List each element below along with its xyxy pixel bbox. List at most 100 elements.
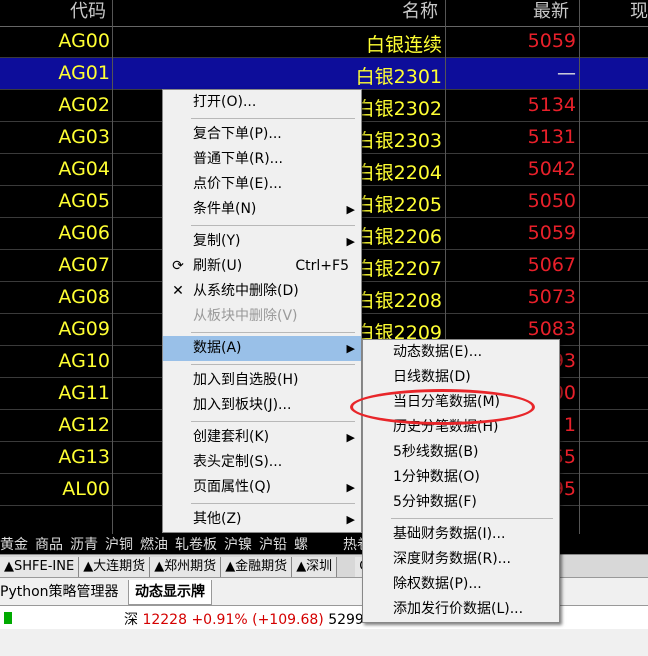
menu-item[interactable]: ✕ 从系统中删除(D) bbox=[163, 279, 361, 304]
cell-code: AG01 bbox=[58, 62, 110, 84]
submenu-item-label: 基础财务数据(I)... bbox=[393, 526, 506, 542]
submenu-item[interactable]: 5分钟数据(F) bbox=[363, 490, 559, 515]
tab-python-strategy-manager[interactable]: Python策略管理器 bbox=[0, 580, 125, 604]
cell-price: 5042 bbox=[527, 158, 576, 180]
window-bottom-area bbox=[0, 629, 648, 656]
submenu-item[interactable]: 日线数据(D) bbox=[363, 365, 559, 390]
submenu-arrow-icon: ▶ bbox=[346, 481, 355, 494]
column-header-extra[interactable]: 现 bbox=[630, 0, 648, 26]
menu-separator bbox=[191, 225, 355, 226]
menu-separator bbox=[191, 421, 355, 422]
submenu-item[interactable]: 基础财务数据(I)... bbox=[363, 522, 559, 547]
submenu-item-label: 日线数据(D) bbox=[393, 369, 471, 385]
sector-item[interactable]: 沪镍 bbox=[224, 535, 259, 554]
submenu-item[interactable]: 深度财务数据(R)... bbox=[363, 547, 559, 572]
submenu-item[interactable]: 添加发行价数据(L)... bbox=[363, 597, 559, 622]
refresh-icon: ⟳ bbox=[172, 258, 184, 274]
submenu-item-label: 5分钟数据(F) bbox=[393, 494, 477, 510]
menu-item-label: 条件单(N) bbox=[193, 201, 257, 217]
menu-item[interactable]: 打开(O)... bbox=[163, 90, 361, 115]
submenu-arrow-icon: ▶ bbox=[346, 431, 355, 444]
submenu-item[interactable]: 除权数据(P)... bbox=[363, 572, 559, 597]
cell-code: AG05 bbox=[58, 190, 110, 212]
submenu-item[interactable]: 1分钟数据(O) bbox=[363, 465, 559, 490]
sector-item[interactable]: 沪铅 bbox=[259, 535, 294, 554]
exchange-tab[interactable]: ▲大连期货 bbox=[79, 557, 151, 577]
submenu-item[interactable]: 5秒线数据(B) bbox=[363, 440, 559, 465]
cell-code: AG07 bbox=[58, 254, 110, 276]
menu-item-label: 刷新(U) bbox=[193, 258, 243, 274]
menu-item[interactable]: 条件单(N) ▶ bbox=[163, 197, 361, 222]
menu-item-label: 从板块中删除(V) bbox=[193, 308, 298, 324]
cell-price: 5131 bbox=[527, 126, 576, 148]
menu-item[interactable]: 加入到自选股(H) bbox=[163, 368, 361, 393]
menu-item-label: 数据(A) bbox=[193, 340, 242, 356]
connection-indicator bbox=[4, 612, 12, 624]
submenu-item-label: 1分钟数据(O) bbox=[393, 469, 480, 485]
submenu-item-label: 除权数据(P)... bbox=[393, 576, 482, 592]
cell-code: AG00 bbox=[58, 30, 110, 52]
menu-separator bbox=[191, 503, 355, 504]
menu-item-label: 页面属性(Q) bbox=[193, 479, 271, 495]
menu-item[interactable]: 点价下单(E)... bbox=[163, 172, 361, 197]
menu-item-label: 加入到自选股(H) bbox=[193, 372, 299, 388]
menu-item[interactable]: 普通下单(R)... bbox=[163, 147, 361, 172]
menu-item[interactable]: 表头定制(S)... bbox=[163, 450, 361, 475]
submenu-item[interactable]: 动态数据(E)... bbox=[363, 340, 559, 365]
menu-item[interactable]: 数据(A) ▶ bbox=[163, 336, 361, 361]
menu-separator bbox=[191, 118, 355, 119]
menu-item[interactable]: 复合下单(P)... bbox=[163, 122, 361, 147]
menu-item[interactable]: 复制(Y) ▶ bbox=[163, 229, 361, 254]
menu-item[interactable]: 页面属性(Q) ▶ bbox=[163, 475, 361, 500]
menu-item-label: 创建套利(K) bbox=[193, 429, 270, 445]
index-value: 12228 bbox=[142, 612, 187, 628]
sector-item[interactable]: 沥青 bbox=[70, 535, 105, 554]
index-prefix: 深 bbox=[124, 612, 138, 628]
sector-item[interactable]: 商品 bbox=[35, 535, 70, 554]
menu-item[interactable]: 加入到板块(J)... bbox=[163, 393, 361, 418]
menu-item-label: 复制(Y) bbox=[193, 233, 241, 249]
submenu-arrow-icon: ▶ bbox=[346, 203, 355, 216]
sector-item[interactable]: 螺 bbox=[294, 535, 315, 554]
exchange-tab[interactable]: ▲深圳 bbox=[292, 557, 338, 577]
quote-table-header: 代码 名称 最新 现 bbox=[0, 0, 648, 27]
cell-code: AL00 bbox=[62, 478, 110, 500]
menu-item-label: 从系统中删除(D) bbox=[193, 283, 299, 299]
column-header-name[interactable]: 名称 bbox=[402, 0, 438, 26]
cell-price: 5083 bbox=[527, 318, 576, 340]
submenu-item-label: 动态数据(E)... bbox=[393, 344, 483, 360]
menu-item-label: 表头定制(S)... bbox=[193, 454, 283, 470]
submenu-arrow-icon: ▶ bbox=[346, 235, 355, 248]
sector-item[interactable]: 黄金 bbox=[0, 535, 35, 554]
menu-item[interactable]: 其他(Z) ▶ bbox=[163, 507, 361, 532]
cell-code: AG11 bbox=[58, 382, 110, 404]
sector-item[interactable]: 轧卷板 bbox=[175, 535, 224, 554]
column-header-price[interactable]: 最新 bbox=[533, 0, 569, 26]
cell-price: 5059 bbox=[527, 30, 576, 52]
cell-price: 5050 bbox=[527, 190, 576, 212]
menu-item-label: 复合下单(P)... bbox=[193, 126, 282, 142]
menu-separator bbox=[191, 332, 355, 333]
sector-item[interactable]: 燃油 bbox=[140, 535, 175, 554]
menu-item: 从板块中删除(V) bbox=[163, 304, 361, 329]
table-row[interactable]: AG01 白银2301 — bbox=[0, 58, 648, 90]
menu-item[interactable]: ⟳ 刷新(U) Ctrl+F5 bbox=[163, 254, 361, 279]
exchange-tab[interactable]: ▲金融期货 bbox=[221, 557, 293, 577]
menu-item[interactable]: 创建套利(K) ▶ bbox=[163, 425, 361, 450]
cell-code: AG08 bbox=[58, 286, 110, 308]
cell-code: AG02 bbox=[58, 94, 110, 116]
exchange-tab[interactable]: ▲郑州期货 bbox=[150, 557, 222, 577]
tab-dynamic-board[interactable]: 动态显示牌 bbox=[128, 580, 212, 605]
table-row[interactable]: AG00 白银连续 5059 bbox=[0, 26, 648, 58]
column-divider bbox=[112, 0, 113, 534]
cell-price: 5073 bbox=[527, 286, 576, 308]
column-header-code[interactable]: 代码 bbox=[70, 0, 106, 26]
cell-price: 5134 bbox=[527, 94, 576, 116]
annotation-ellipse bbox=[350, 389, 535, 425]
cell-price: — bbox=[557, 62, 576, 84]
sector-item[interactable]: 沪铜 bbox=[105, 535, 140, 554]
menu-separator bbox=[191, 364, 355, 365]
cell-code: AG04 bbox=[58, 158, 110, 180]
submenu-item-label: 深度财务数据(R)... bbox=[393, 551, 512, 567]
exchange-tab[interactable]: ▲SHFE-INE bbox=[0, 557, 80, 577]
